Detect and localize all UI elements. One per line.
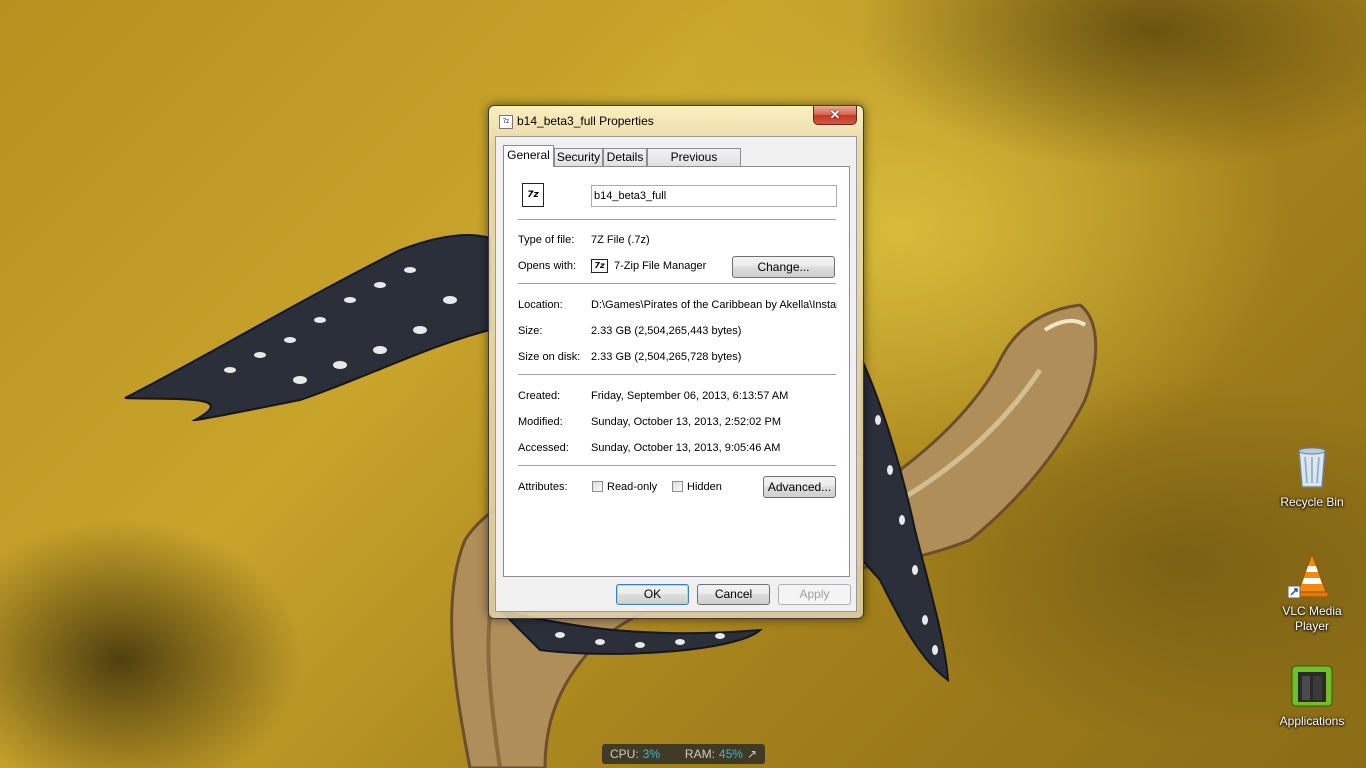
location-label: Location: [518, 299, 563, 311]
change-button[interactable]: Change... [732, 256, 835, 278]
separator [518, 374, 836, 375]
desktop: Recycle Bin VLC Media Player Application [0, 0, 1366, 768]
7z-file-icon: 7z [522, 183, 544, 207]
cpu-value: 3% [642, 747, 661, 761]
read-only-label[interactable]: Read-only [607, 480, 657, 494]
opens-with-label: Opens with: [518, 260, 577, 272]
apply-button[interactable]: Apply [778, 584, 851, 605]
tab-security[interactable]: Security [554, 148, 603, 166]
modified-label: Modified: [518, 416, 563, 428]
desktop-icon-label: Applications [1279, 714, 1345, 728]
created-value: Friday, September 06, 2013, 6:13:57 AM [591, 390, 789, 402]
expand-arrow-icon[interactable]: ↗ [747, 744, 757, 764]
created-label: Created: [518, 390, 561, 402]
desktop-icon-vlc[interactable]: VLC Media Player [1272, 552, 1352, 634]
properties-dialog: 7z b14_beta3_full Properties ✕ General S… [488, 105, 864, 619]
cancel-button[interactable]: Cancel [697, 584, 770, 605]
type-of-file-value: 7Z File (.7z) [591, 234, 650, 246]
desktop-icon-recycle-bin[interactable]: Recycle Bin [1272, 443, 1352, 510]
cpu-label: CPU: [610, 747, 639, 761]
separator [518, 465, 836, 466]
close-button[interactable]: ✕ [813, 106, 857, 125]
size-on-disk-label: Size on disk: [518, 351, 581, 363]
desktop-icon-label: Recycle Bin [1280, 495, 1344, 509]
recycle-bin-icon [1288, 443, 1336, 491]
accessed-label: Accessed: [518, 442, 569, 454]
dialog-title: b14_beta3_full Properties [517, 114, 654, 128]
dialog-client-area: General Security Details Previous Versio… [495, 136, 857, 612]
opens-with-value: 7-Zip File Manager [614, 260, 707, 272]
separator [518, 283, 836, 284]
vlc-cone-icon [1287, 552, 1336, 600]
advanced-button[interactable]: Advanced... [763, 476, 836, 498]
attributes-label: Attributes: [518, 481, 568, 493]
ram-label: RAM: [684, 747, 715, 761]
accessed-value: Sunday, October 13, 2013, 9:05:46 AM [591, 442, 781, 454]
size-value: 2.33 GB (2,504,265,443 bytes) [591, 325, 742, 337]
ram-value: 45% [718, 747, 743, 761]
separator [518, 219, 836, 220]
modified-value: Sunday, October 13, 2013, 2:52:02 PM [591, 416, 781, 428]
desktop-icon-applications[interactable]: Applications [1272, 662, 1352, 729]
type-of-file-label: Type of file: [518, 234, 575, 246]
desktop-icon-label: VLC Media Player [1282, 604, 1342, 633]
hidden-checkbox[interactable] [672, 481, 683, 492]
applications-folder-icon [1288, 662, 1336, 710]
ok-button[interactable]: OK [616, 584, 689, 605]
location-value: D:\Games\Pirates of the Caribbean by Ake… [591, 299, 837, 311]
tab-general[interactable]: General [503, 145, 554, 167]
size-label: Size: [518, 325, 543, 337]
tab-details[interactable]: Details [603, 148, 647, 166]
general-tab-panel: 7z Type of file: 7Z File (.7z) Opens wit… [503, 166, 850, 577]
archive-file-icon: 7z [499, 115, 513, 129]
file-name-field[interactable] [591, 185, 837, 207]
tab-previous-versions[interactable]: Previous Versions [647, 148, 741, 181]
hidden-label[interactable]: Hidden [687, 480, 722, 494]
size-on-disk-value: 2.33 GB (2,504,265,728 bytes) [591, 351, 742, 363]
7zip-app-icon: 7z [591, 259, 608, 273]
read-only-checkbox[interactable] [592, 481, 603, 492]
cpu-ram-meter-gadget[interactable]: CPU: 3% RAM: 45% ↗ [602, 744, 765, 764]
